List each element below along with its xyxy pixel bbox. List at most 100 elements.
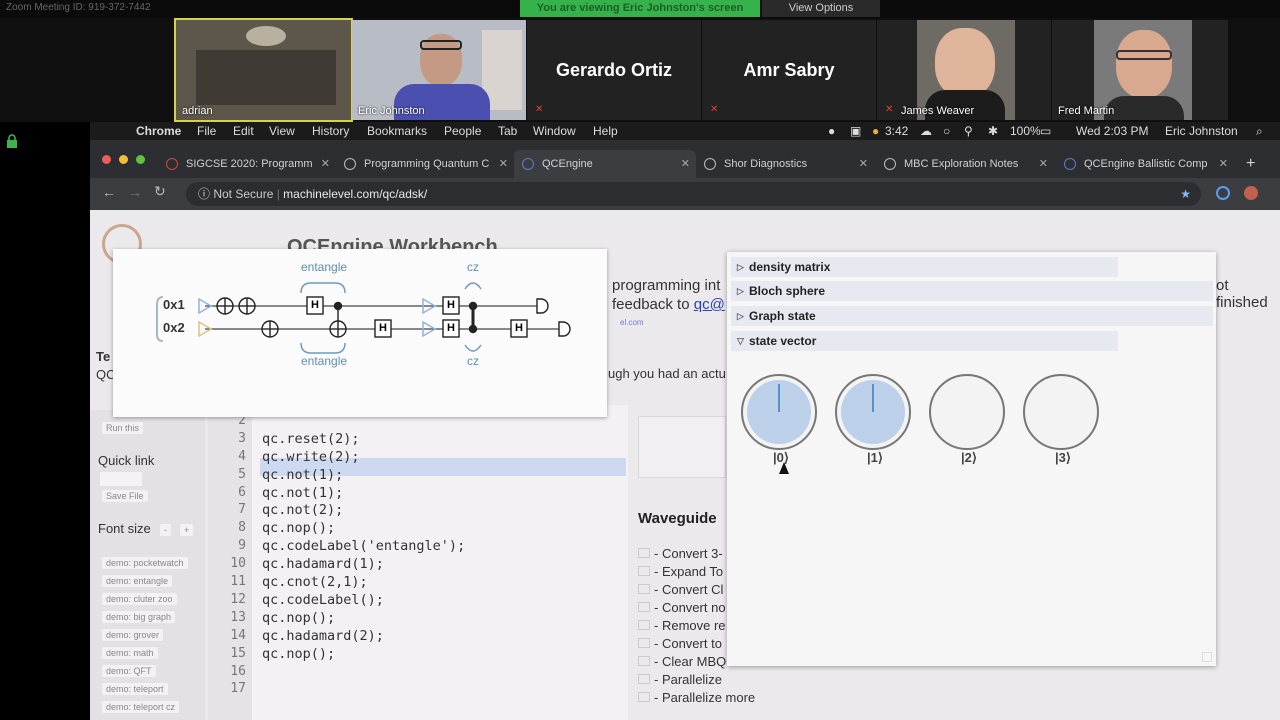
close-tab-icon[interactable]: ✕ (1219, 150, 1228, 178)
code-line[interactable]: qc.not(1); (262, 485, 343, 501)
participant-tile-eric[interactable]: Eric Johnston (352, 20, 526, 120)
state-circle-0[interactable] (741, 374, 817, 450)
battery-icon[interactable]: ▭ (1040, 124, 1051, 138)
code-line[interactable]: qc.write(2); (262, 449, 360, 465)
bluetooth-icon[interactable]: ✱ (988, 124, 998, 138)
codelabel-cz-top: cz (467, 260, 479, 274)
font-size-increase-button[interactable]: + (180, 524, 194, 536)
menu-edit[interactable]: Edit (233, 124, 254, 138)
menu-help[interactable]: Help (593, 124, 618, 138)
battery-percent[interactable]: 100% (1010, 124, 1041, 138)
code-line[interactable]: qc.nop(); (262, 520, 335, 536)
tab-qcengine-ballistic[interactable]: QCEngine Ballistic Comp ✕ (1056, 150, 1234, 180)
bookmark-star-icon[interactable]: ★ (1180, 182, 1191, 206)
forward-icon[interactable]: → (128, 184, 142, 200)
close-tab-icon[interactable]: ✕ (499, 150, 508, 178)
close-tab-icon[interactable]: ✕ (321, 150, 330, 178)
small-link[interactable]: el.com (620, 318, 644, 327)
tab-shor-diagnostics[interactable]: Shor Diagnostics ✕ (696, 150, 874, 180)
view-options-button[interactable]: View Options (762, 0, 880, 17)
font-size-label: Font size (98, 521, 151, 536)
demo-button[interactable]: demo: pocketwatch (102, 557, 188, 569)
tab-programming-quantum[interactable]: Programming Quantum C ✕ (336, 150, 514, 180)
demo-button[interactable]: demo: grover (102, 629, 164, 641)
close-tab-icon[interactable]: ✕ (681, 150, 690, 178)
menu-people[interactable]: People (444, 124, 481, 138)
profile-avatar[interactable] (1244, 186, 1258, 200)
tab-qcengine[interactable]: QCEngine ✕ (514, 150, 696, 180)
participant-tile-james[interactable]: ✕ James Weaver (877, 20, 1051, 120)
participant-tile-amr[interactable]: Amr Sabry ✕ (702, 20, 876, 120)
back-icon[interactable]: ← (102, 184, 116, 200)
font-size-decrease-button[interactable]: - (160, 524, 171, 536)
code-line[interactable]: qc.codeLabel(); (262, 592, 384, 608)
reload-icon[interactable]: ↻ (154, 183, 166, 200)
waveguide-item[interactable]: - Parallelize more (638, 690, 755, 708)
tab-mbc-exploration[interactable]: MBC Exploration Notes ✕ (876, 150, 1054, 180)
demo-button[interactable]: demo: entangle (102, 575, 173, 587)
close-tab-icon[interactable]: ✕ (859, 150, 868, 178)
circle-icon[interactable]: ○ (943, 124, 950, 138)
density-matrix-toggle[interactable]: ▷ density matrix (731, 257, 1118, 277)
waveguide-item[interactable]: - Parallelize (638, 672, 755, 690)
demo-button[interactable]: demo: QFT (102, 665, 156, 677)
code-line[interactable]: qc.hadamard(1); (262, 556, 384, 572)
menu-view[interactable]: View (269, 124, 295, 138)
state-circle-2[interactable] (929, 374, 1005, 450)
code-line[interactable]: qc.not(1); (262, 467, 343, 483)
tab-favicon (522, 158, 534, 170)
code-line[interactable]: qc.nop(); (262, 610, 335, 626)
status-icon[interactable]: ● (828, 124, 835, 138)
line-number: 17 (230, 681, 246, 697)
save-file-button[interactable]: Save File (102, 490, 148, 502)
code-line[interactable]: qc.cnot(2,1); (262, 574, 368, 590)
extension-icon[interactable] (1216, 186, 1230, 200)
screen-icon[interactable]: ▣ (850, 124, 861, 138)
address-bar[interactable]: ⓘ Not Secure | machinelevel.com/qc/adsk/… (186, 182, 1201, 206)
state-circle-3[interactable] (1023, 374, 1099, 450)
tab-sigcse[interactable]: SIGCSE 2020: Programm ✕ (158, 150, 336, 180)
hadamard-gate-label: H (515, 322, 523, 334)
circuit-diagram[interactable]: entangle cz entangle cz 0x1 0x2 H H H H … (113, 249, 607, 417)
participant-tile-gerardo[interactable]: Gerardo Ortiz ✕ (527, 20, 701, 120)
participant-tile-adrian[interactable]: adrian (174, 18, 353, 122)
battery-time[interactable]: 3:42 (885, 124, 908, 138)
graph-state-toggle[interactable]: ▷ Graph state (731, 306, 1213, 326)
resize-handle[interactable] (1202, 652, 1212, 662)
code-line[interactable]: qc.codeLabel('entangle'); (262, 538, 465, 554)
battery-time-icon[interactable]: ● (872, 124, 879, 138)
cloud-icon[interactable]: ☁ (920, 124, 932, 138)
email-link[interactable]: qc@ (694, 296, 725, 313)
lock-status-icon[interactable]: ⚲ (964, 124, 973, 138)
state-circle-1[interactable] (835, 374, 911, 450)
participant-name: Fred Martin (1058, 105, 1115, 117)
demo-button[interactable]: demo: math (102, 647, 158, 659)
demo-button[interactable]: demo: big graph (102, 611, 176, 623)
close-tab-icon[interactable]: ✕ (1039, 150, 1048, 178)
menu-file[interactable]: File (197, 124, 216, 138)
code-line[interactable]: qc.nop(); (262, 646, 335, 662)
code-line[interactable]: qc.not(2); (262, 502, 343, 518)
intro-feedback: feedback to (612, 296, 690, 313)
menu-tab[interactable]: Tab (498, 124, 517, 138)
code-line[interactable]: qc.reset(2); (262, 431, 360, 447)
code-line[interactable]: qc.hadamard(2); (262, 628, 384, 644)
new-tab-button[interactable]: + (1236, 150, 1266, 180)
spotlight-icon[interactable]: ⌕ (1256, 124, 1263, 139)
menu-history[interactable]: History (312, 124, 349, 138)
run-this-button[interactable]: Run this (102, 422, 144, 434)
demo-button[interactable]: demo: cluter zoo (102, 593, 177, 605)
menu-bookmarks[interactable]: Bookmarks (367, 124, 427, 138)
menu-window[interactable]: Window (533, 124, 576, 138)
app-menu[interactable]: Chrome (136, 124, 181, 138)
code-editor[interactable]: 1234567891011121314151617 // A few simpl… (208, 395, 628, 720)
bloch-sphere-toggle[interactable]: ▷ Bloch sphere (731, 281, 1213, 301)
demo-button[interactable]: demo: teleport cz (102, 701, 180, 713)
clock[interactable]: Wed 2:03 PM (1076, 124, 1148, 138)
info-icon[interactable]: ⓘ (198, 187, 213, 201)
quick-link-input[interactable] (100, 472, 142, 486)
participant-tile-fred[interactable]: Fred Martin (1052, 20, 1228, 120)
demo-button[interactable]: demo: teleport (102, 683, 168, 695)
user-name[interactable]: Eric Johnston (1165, 124, 1238, 138)
state-vector-toggle[interactable]: ▽ state vector (731, 331, 1118, 351)
